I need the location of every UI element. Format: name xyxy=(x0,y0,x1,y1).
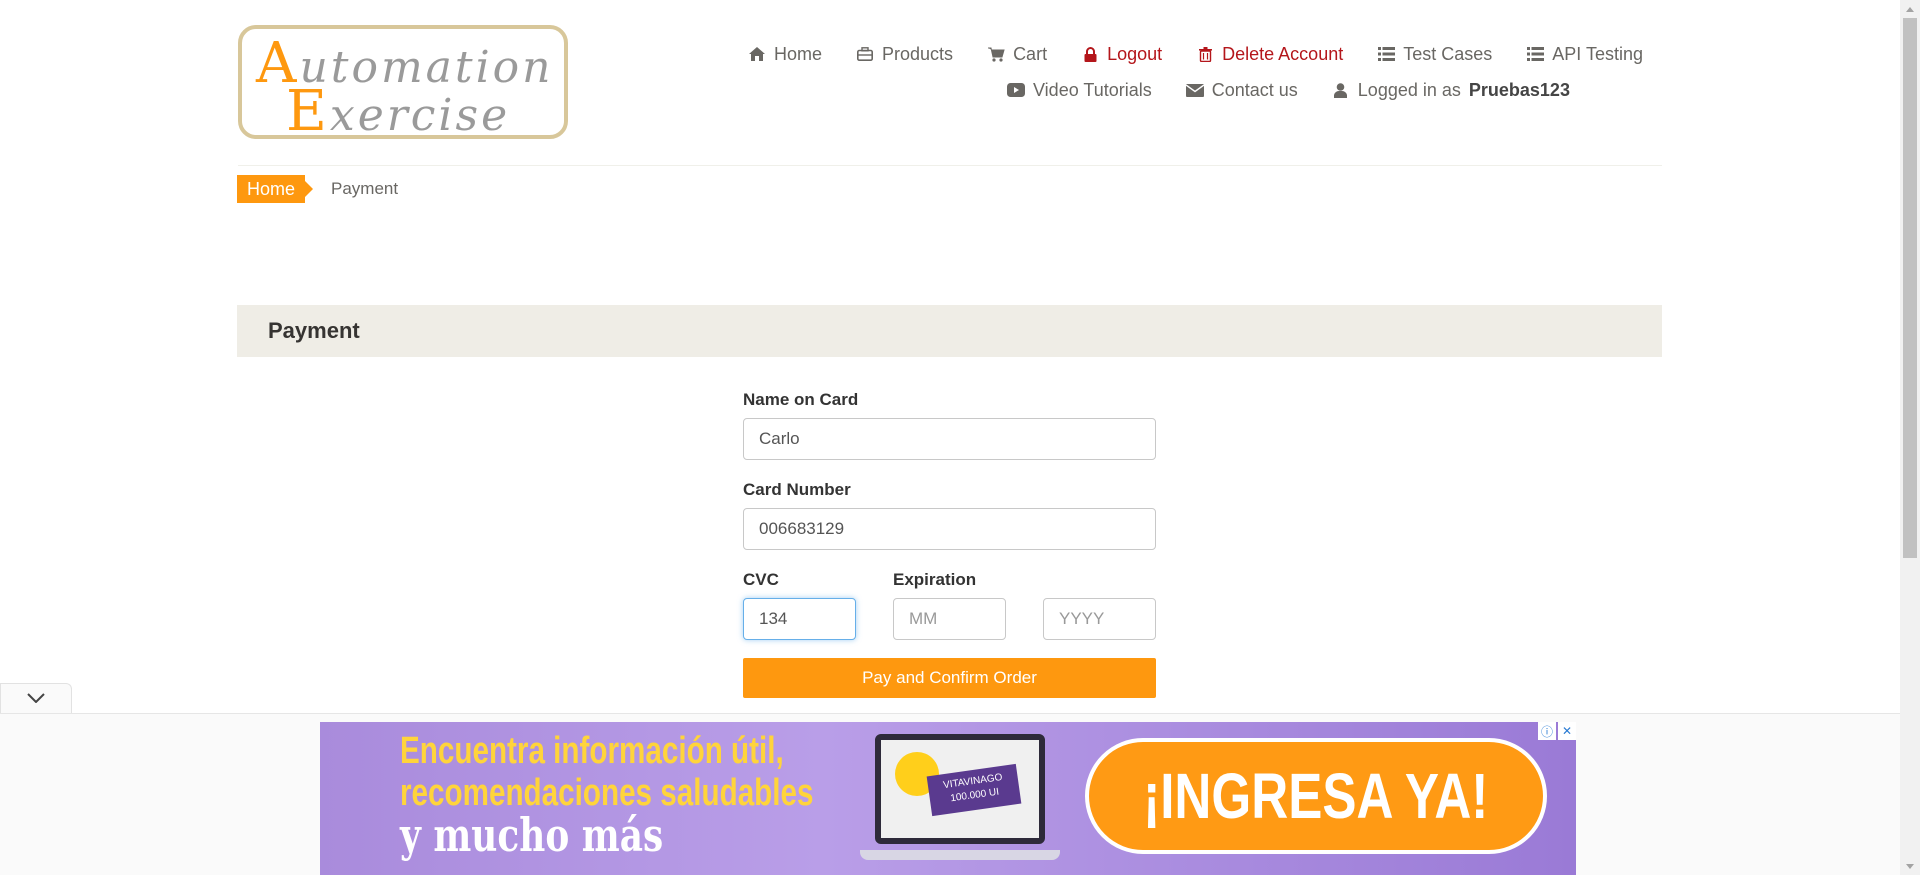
breadcrumb-current: Payment xyxy=(331,179,399,198)
header-divider xyxy=(238,165,1662,166)
payment-heading: Payment xyxy=(268,318,360,343)
nav-logout-label: Logout xyxy=(1107,43,1163,64)
ad-info-icon[interactable]: ⓘ xyxy=(1538,722,1556,740)
ad-collapse-toggle[interactable] xyxy=(0,683,72,713)
ad-banner[interactable]: Encuentra información útil, recomendacio… xyxy=(320,722,1576,875)
card-number-group: Card Number xyxy=(743,480,1156,550)
breadcrumb-home[interactable]: Home xyxy=(237,175,314,203)
nav-video-tutorials[interactable]: Video Tutorials xyxy=(990,80,1169,101)
scroll-down-arrow-icon[interactable] xyxy=(1900,857,1920,875)
nav-video-tutorials-label: Video Tutorials xyxy=(1033,79,1152,100)
card-number-input[interactable] xyxy=(743,508,1156,550)
cvc-expiration-row: CVC Expiration xyxy=(743,570,1156,640)
name-on-card-input[interactable] xyxy=(743,418,1156,460)
nav-cart[interactable]: Cart xyxy=(970,44,1064,65)
ad-close-icon[interactable]: ✕ xyxy=(1558,722,1576,740)
expiry-year-label-spacer xyxy=(1043,570,1156,590)
nav-row-1: Home Products Cart Logout Delete Account… xyxy=(700,36,1660,72)
trash-icon xyxy=(1196,45,1214,63)
ad-laptop-image: VITAVINAGO 100.000 UI xyxy=(875,734,1045,844)
nav-home-label: Home xyxy=(774,43,823,64)
expiry-month-input[interactable] xyxy=(893,598,1006,640)
cvc-label: CVC xyxy=(743,570,779,589)
logged-in-prefix: Logged in as xyxy=(1357,79,1461,100)
nav-test-cases[interactable]: Test Cases xyxy=(1360,44,1509,65)
nav-delete-account-label: Delete Account xyxy=(1222,43,1344,64)
expiry-year-group xyxy=(1043,570,1156,640)
expiry-month-group: Expiration xyxy=(893,570,1006,640)
page-scrollbar[interactable] xyxy=(1900,0,1920,875)
logged-in-username: Pruebas123 xyxy=(1468,79,1570,100)
nav-contact-us[interactable]: Contact us xyxy=(1169,80,1315,101)
cart-icon xyxy=(987,45,1005,63)
scroll-up-arrow-icon[interactable] xyxy=(1900,0,1920,18)
main-nav: Home Products Cart Logout Delete Account… xyxy=(700,36,1660,108)
ad-cta-label: ¡INGRESA YA! xyxy=(1143,760,1489,832)
envelope-icon xyxy=(1185,81,1204,99)
payment-form: Name on Card Card Number CVC Expiration … xyxy=(743,390,1156,698)
chevron-down-icon xyxy=(27,690,45,708)
expiry-year-input[interactable] xyxy=(1043,598,1156,640)
cvc-group: CVC xyxy=(743,570,856,640)
nav-delete-account[interactable]: Delete Account xyxy=(1179,44,1360,65)
cvc-input[interactable] xyxy=(743,598,856,640)
nav-row-2: Video Tutorials Contact us Logged in as … xyxy=(700,72,1660,108)
name-on-card-group: Name on Card xyxy=(743,390,1156,460)
card-number-label: Card Number xyxy=(743,480,851,499)
nav-logout[interactable]: Logout xyxy=(1064,44,1179,65)
nav-api-testing[interactable]: API Testing xyxy=(1509,44,1660,65)
nav-products[interactable]: Products xyxy=(839,44,970,65)
nav-contact-us-label: Contact us xyxy=(1211,79,1298,100)
ad-laptop-base xyxy=(860,850,1060,860)
page: Automation Exercise Home Products Cart L… xyxy=(0,0,1920,875)
ad-text: Encuentra información útil, recomendacio… xyxy=(400,730,813,862)
site-logo[interactable]: Automation Exercise xyxy=(238,25,568,144)
nav-test-cases-label: Test Cases xyxy=(1403,43,1493,64)
ad-cta-button[interactable]: ¡INGRESA YA! xyxy=(1085,738,1547,854)
youtube-icon xyxy=(1007,81,1025,99)
pay-and-confirm-button[interactable]: Pay and Confirm Order xyxy=(743,658,1156,698)
ad-line-1: Encuentra información útil, xyxy=(400,730,784,772)
list-icon xyxy=(1526,45,1544,63)
briefcase-icon xyxy=(856,45,874,63)
user-icon xyxy=(1332,81,1350,99)
list-icon xyxy=(1377,45,1395,63)
lock-icon xyxy=(1081,45,1099,63)
name-on-card-label: Name on Card xyxy=(743,390,859,409)
ad-controls: ⓘ ✕ xyxy=(1538,722,1576,740)
logged-in-status: Logged in as Pruebas123 xyxy=(1315,80,1587,101)
nav-cart-label: Cart xyxy=(1013,43,1048,64)
home-icon xyxy=(748,45,766,63)
payment-heading-bar: Payment xyxy=(237,305,1662,357)
logo-line-2: Exercise xyxy=(286,79,511,144)
nav-home[interactable]: Home xyxy=(731,44,839,65)
ad-product-badge: VITAVINAGO 100.000 UI xyxy=(926,763,1022,817)
scrollbar-thumb[interactable] xyxy=(1903,18,1917,558)
breadcrumb: Home Payment xyxy=(237,175,398,203)
ad-line-3: y mucho más xyxy=(400,808,664,862)
nav-products-label: Products xyxy=(882,43,954,64)
nav-api-testing-label: API Testing xyxy=(1552,43,1643,64)
expiration-label: Expiration xyxy=(893,570,977,589)
